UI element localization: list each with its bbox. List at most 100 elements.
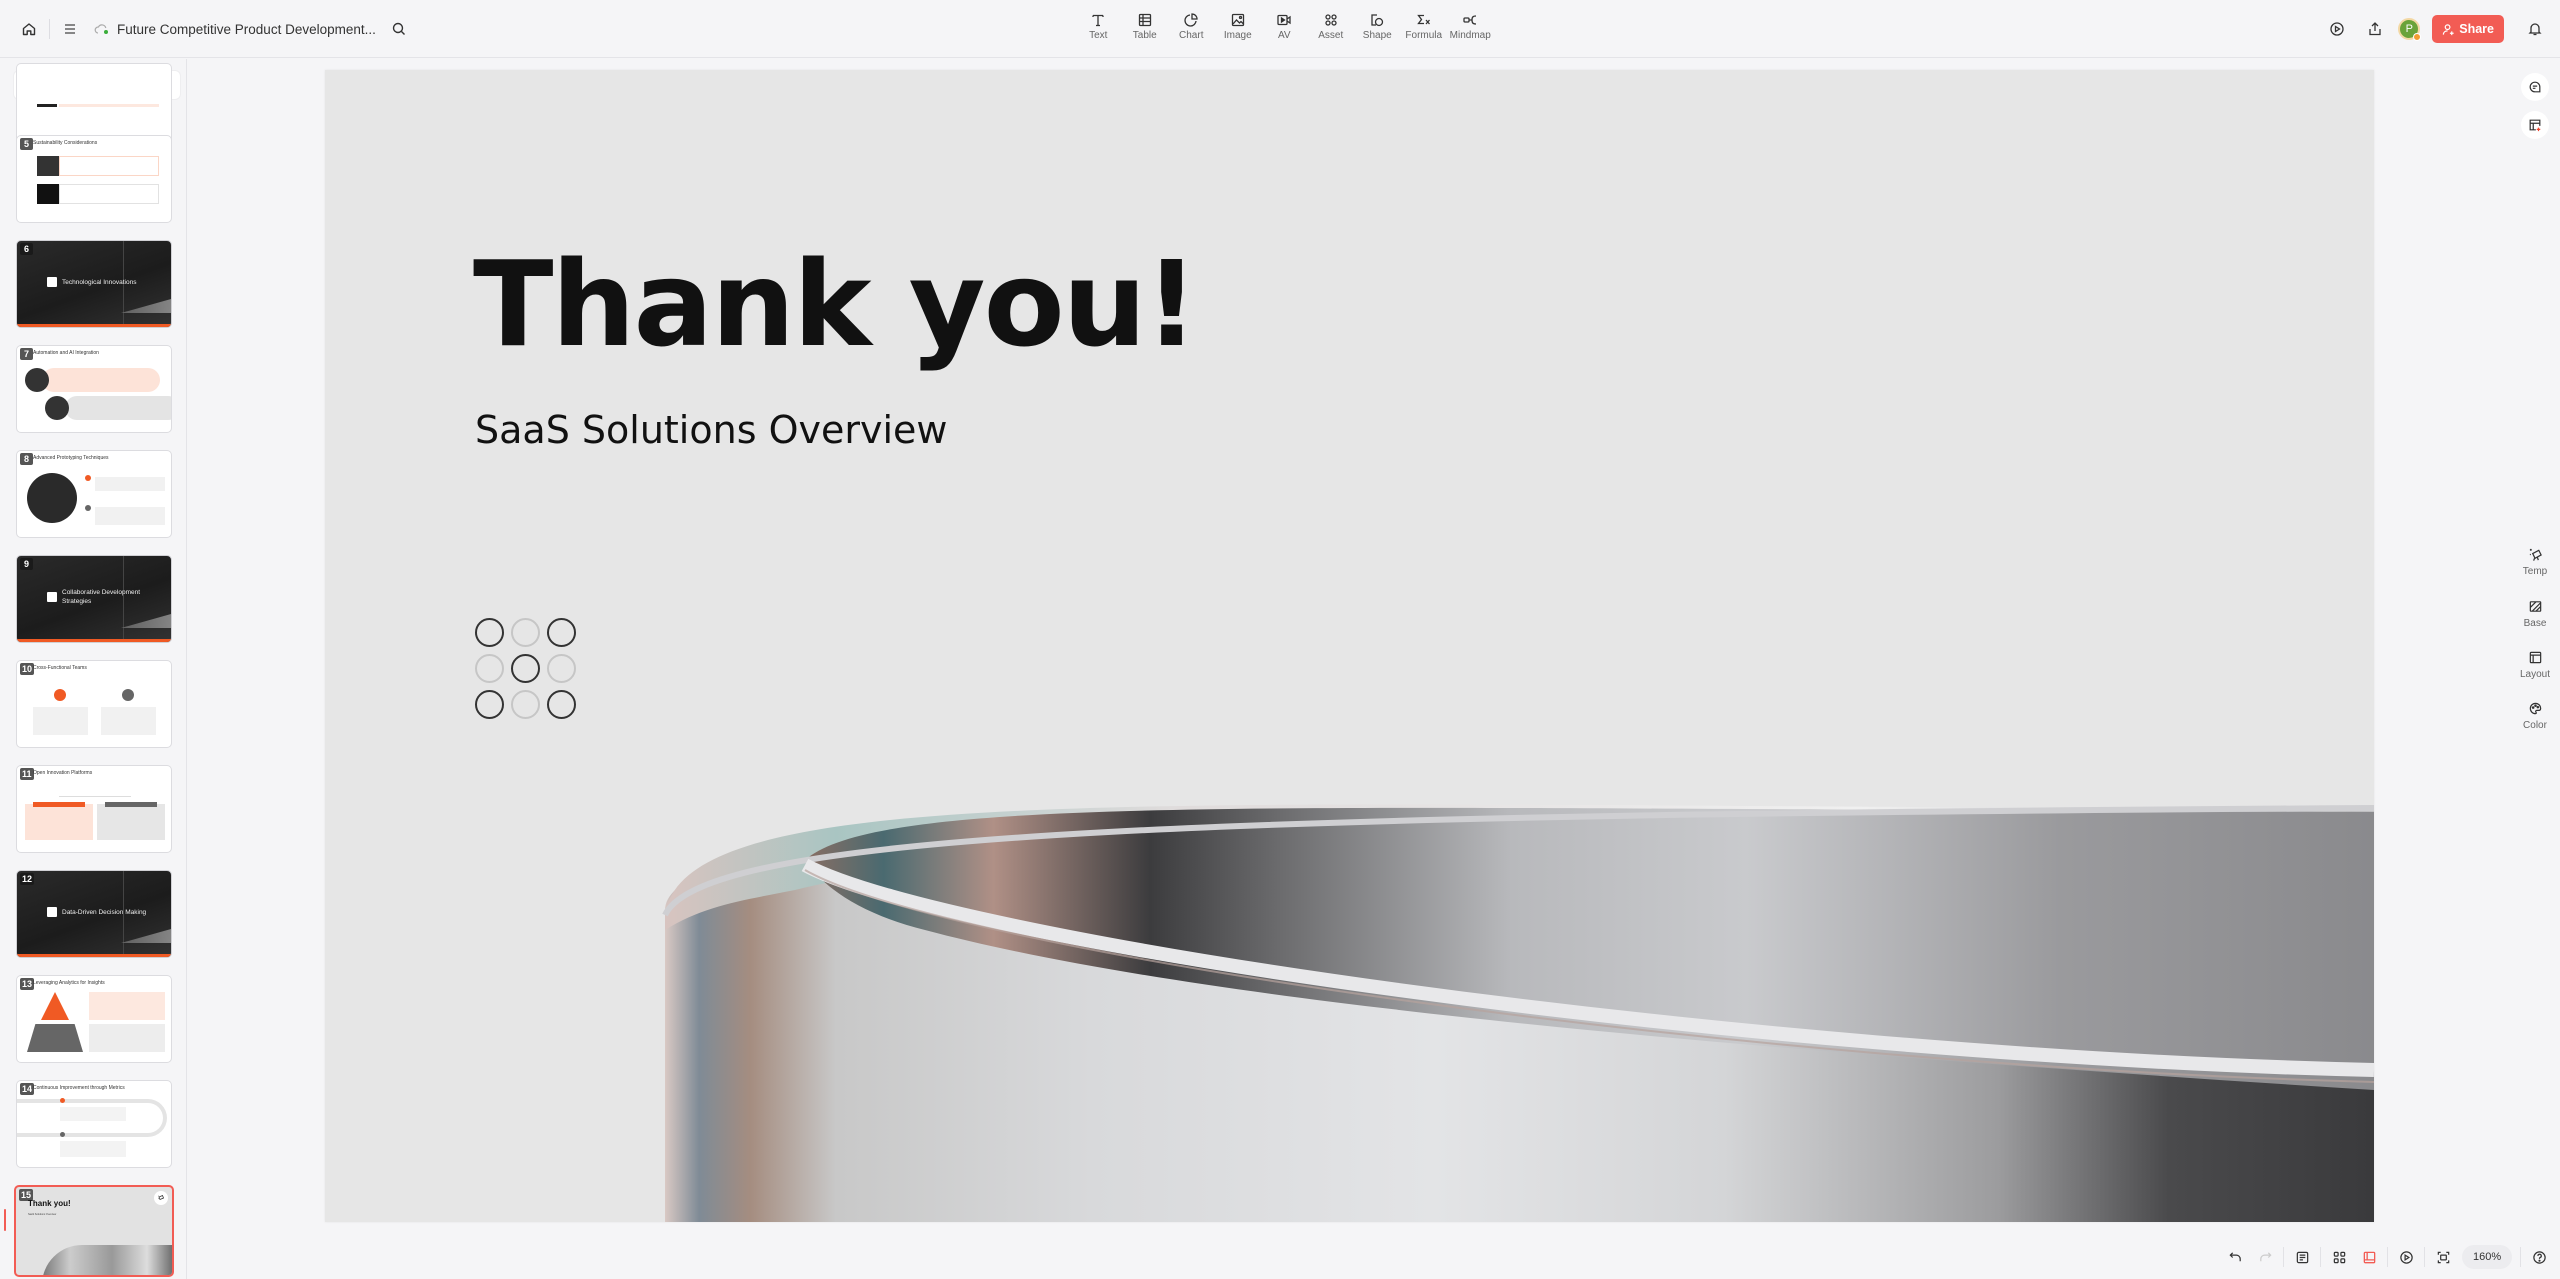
slide-thumb-title: Thank you! [28, 1199, 71, 1208]
dot-circle [511, 690, 540, 719]
rail-tool-label: Temp [2522, 566, 2548, 577]
menu-button[interactable] [55, 14, 85, 44]
slide-thumbnail-14[interactable]: 14 Continuous Improvement through Metric… [16, 1080, 172, 1168]
thumb-decor [121, 614, 171, 628]
slide-thumbnail-9[interactable]: 9 Collaborative Development Strategies [16, 555, 172, 643]
slide-thumb-title: Cross-Functional Teams [33, 665, 87, 671]
cloud-sync-icon [94, 24, 108, 34]
user-avatar[interactable]: P [2398, 18, 2422, 41]
editor-canvas: Thank you! SaaS Solutions Overview [188, 59, 2498, 1229]
undo-button[interactable] [2220, 1242, 2250, 1272]
text-icon [1092, 14, 1104, 27]
template-panel-button[interactable]: Temp [2510, 547, 2560, 577]
document-title[interactable]: Future Competitive Product Development..… [117, 22, 376, 37]
thumb-text [95, 477, 165, 491]
insert-toolbar: Text Table Chart Image AV Asset Shape Fo… [1075, 12, 1494, 41]
insert-av-button[interactable]: AV [1261, 12, 1308, 41]
slide-thumb-title: Continuous Improvement through Metrics [33, 1085, 125, 1091]
home-button[interactable] [14, 14, 44, 44]
present-button[interactable] [2322, 14, 2352, 44]
slide-thumbnail-12[interactable]: 12 Data-Driven Decision Making [16, 870, 172, 958]
ai-layout-button[interactable] [2521, 111, 2549, 139]
tool-label: Chart [1179, 30, 1204, 41]
insert-image-button[interactable]: Image [1215, 12, 1262, 41]
slide-subtitle[interactable]: SaaS Solutions Overview [475, 408, 947, 452]
thumb-line [59, 796, 131, 797]
notes-button[interactable] [2287, 1242, 2317, 1272]
insert-chart-button[interactable]: Chart [1168, 12, 1215, 41]
image-icon [1231, 13, 1244, 27]
section-icon [47, 907, 57, 917]
slide-thumb-title: Automation and AI Integration [33, 350, 99, 356]
slide-thumbnail-5[interactable]: 5 Sustainability Considerations [16, 135, 172, 223]
slide-thumbnail-6[interactable]: 6 Technological Innovations [16, 240, 172, 328]
insert-table-button[interactable]: Table [1122, 12, 1169, 41]
share-button[interactable]: Share [2432, 15, 2504, 43]
template-badge[interactable] [154, 1191, 168, 1205]
slide-number: 5 [20, 138, 33, 150]
slide-thumbnail-8[interactable]: 8 Advanced Prototyping Techniques [16, 450, 172, 538]
thumb-bullet [85, 475, 91, 481]
play-slideshow-button[interactable] [2391, 1242, 2421, 1272]
slide-number: 6 [20, 243, 33, 255]
thumb-pyramid-top [41, 992, 69, 1020]
thumb-card [65, 396, 171, 420]
slide-thumbnail-15[interactable]: 15 Thank you! SaaS Solutions Overview [14, 1185, 174, 1277]
formula-icon [1416, 14, 1430, 25]
normal-view-button[interactable] [2354, 1242, 2384, 1272]
comments-button[interactable] [2521, 73, 2549, 101]
slide-thumb-title-row: Data-Driven Decision Making [47, 907, 157, 917]
play-icon [2330, 22, 2344, 36]
sync-status [91, 18, 113, 40]
slide-thumb-title-row: Technological Innovations [47, 277, 157, 287]
zoom-level[interactable]: 160% [2462, 1245, 2513, 1269]
slide-thumb-title: Collaborative Development Strategies [62, 589, 141, 605]
tool-label: AV [1277, 30, 1291, 41]
divider [2387, 1247, 2388, 1267]
dot-grid-decoration[interactable] [475, 618, 583, 726]
dot-circle [475, 654, 504, 683]
color-panel-button[interactable]: Color [2510, 701, 2560, 731]
notifications-button[interactable] [2520, 14, 2550, 44]
thumb-label [105, 802, 157, 807]
dot-circle [511, 618, 540, 647]
fit-screen-button[interactable] [2428, 1242, 2458, 1272]
share-label: Share [2459, 22, 2494, 36]
slide-number: 12 [20, 873, 35, 885]
comment-icon [2529, 81, 2541, 93]
slide-title[interactable]: Thank you! [473, 235, 1198, 373]
palette-icon [2529, 702, 2541, 715]
search-button[interactable] [384, 14, 414, 44]
slide-thumbnail-13[interactable]: 13 Leveraging Analytics for Insights [16, 975, 172, 1063]
table-icon [1138, 13, 1151, 27]
insert-text-button[interactable]: Text [1075, 12, 1122, 41]
base-panel-button[interactable]: Base [2510, 599, 2560, 629]
help-button[interactable] [2524, 1242, 2554, 1272]
thumb-text [101, 707, 156, 735]
thumb-decor [121, 929, 171, 943]
dot-circle [547, 690, 576, 719]
slide-thumbnail-11[interactable]: 11 Open Innovation Platforms [16, 765, 172, 853]
dot-circle [475, 690, 504, 719]
slide-thumbnail-10[interactable]: 10 Cross-Functional Teams [16, 660, 172, 748]
insert-mindmap-button[interactable]: Mindmap [1447, 12, 1494, 41]
slide-number: 13 [20, 978, 35, 990]
help-icon [2532, 1250, 2546, 1264]
search-icon [392, 22, 405, 35]
insert-asset-button[interactable]: Asset [1308, 12, 1355, 41]
dot-circle [475, 618, 504, 647]
slide-thumbnail-7[interactable]: 7 Automation and AI Integration [16, 345, 172, 433]
slide-canvas[interactable]: Thank you! SaaS Solutions Overview [325, 70, 2374, 1222]
insert-shape-button[interactable]: Shape [1354, 12, 1401, 41]
slide-thumb-title: Open Innovation Platforms [33, 770, 93, 776]
slide-panel: Template Slide + 5 Sustainability Consid… [0, 59, 187, 1279]
layout-panel-button[interactable]: Layout [2510, 650, 2560, 680]
slide-thumb-subtitle: SaaS Solutions Overview [28, 1213, 57, 1216]
section-icon [47, 592, 57, 602]
video-icon [1277, 14, 1291, 26]
redo-button[interactable] [2250, 1242, 2280, 1272]
grid-view-button[interactable] [2324, 1242, 2354, 1272]
template-icon [2529, 548, 2542, 561]
insert-formula-button[interactable]: Formula [1401, 12, 1448, 41]
export-button[interactable] [2360, 14, 2390, 44]
